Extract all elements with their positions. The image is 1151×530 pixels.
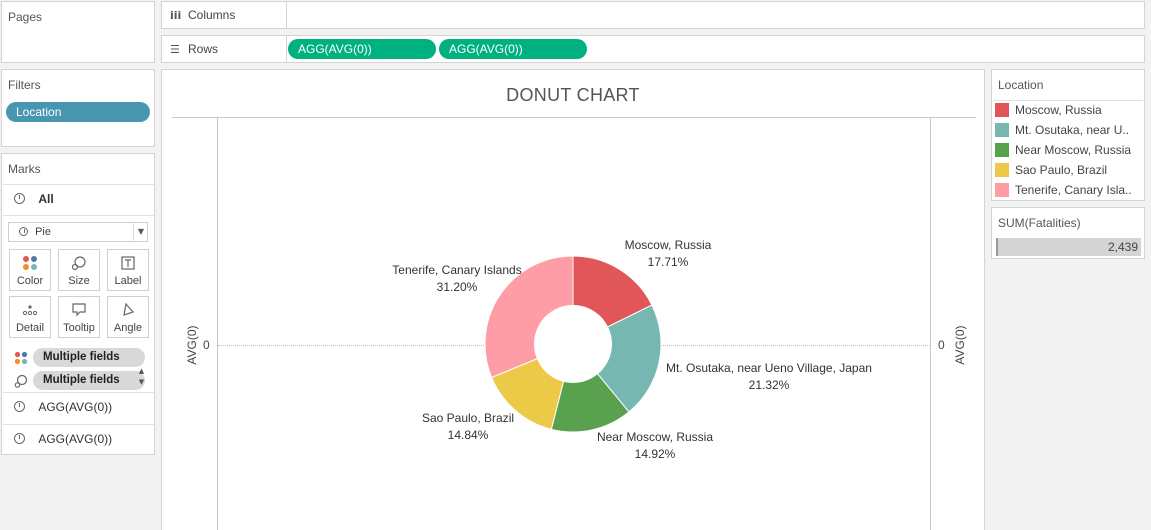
slice-percent-label: 14.92% — [635, 447, 676, 461]
angle-icon — [108, 302, 148, 322]
pages-card[interactable]: Pages — [1, 1, 155, 63]
columns-icon: iii — [170, 9, 182, 22]
tooltip-icon — [59, 302, 99, 322]
marks-title: Marks — [8, 162, 41, 176]
legend-label: Moscow, Russia — [1015, 103, 1102, 117]
size-legend-title: SUM(Fatalities) — [998, 216, 1081, 230]
legend-item[interactable]: Moscow, Russia — [995, 100, 1137, 120]
filters-title: Filters — [8, 78, 41, 92]
pie-clock-icon — [19, 227, 28, 236]
detail-label: Detail — [15, 322, 45, 334]
pie-clock-icon — [14, 193, 25, 204]
slice-category-label: Mt. Osutaka, near Ueno Village, Japan — [666, 361, 872, 375]
donut-hole — [534, 305, 612, 383]
color-icon — [14, 351, 28, 365]
marks-scrollbar[interactable]: ▲ ▼ — [136, 366, 147, 390]
pie-clock-icon — [14, 401, 25, 412]
legend-item[interactable]: Near Moscow, Russia — [995, 140, 1137, 160]
columns-label-text: Columns — [188, 8, 236, 22]
size-button[interactable]: Size — [58, 249, 100, 291]
angle-button[interactable]: Angle — [107, 296, 149, 338]
size-label: Size — [68, 275, 90, 287]
color-field-pill[interactable]: Multiple fields — [33, 348, 145, 367]
legend-title: Location — [998, 78, 1044, 92]
tooltip-button[interactable]: Tooltip — [58, 296, 100, 338]
filters-card[interactable]: Filters Location — [1, 69, 155, 147]
location-legend: Location Moscow, Russia Mt. Osutaka, nea… — [991, 69, 1145, 201]
slice-percent-label: 17.71% — [648, 255, 689, 269]
rows-shelf[interactable]: ☰ Rows AGG(AVG(0)) AGG(AVG(0)) — [161, 35, 1145, 63]
legend-swatch — [995, 163, 1009, 177]
legend-swatch — [995, 103, 1009, 117]
size-icon — [14, 374, 28, 388]
pie-clock-icon — [14, 433, 25, 444]
size-icon — [59, 255, 99, 275]
label-button[interactable]: Label — [107, 249, 149, 291]
mark-type-value: Pie — [35, 226, 51, 238]
color-button[interactable]: Color — [9, 249, 51, 291]
pages-title: Pages — [8, 10, 43, 24]
tooltip-label: Tooltip — [63, 322, 95, 334]
mark-type-dropdown[interactable]: Pie ▼ — [8, 222, 148, 242]
detail-icon — [10, 302, 50, 322]
scroll-down-icon[interactable]: ▼ — [139, 378, 144, 386]
legend-label: Sao Paulo, Brazil — [1015, 163, 1108, 177]
slice-category-label: Tenerife, Canary Islands — [392, 263, 521, 277]
marks-card: Marks All Pie ▼ Color Size Label Detail … — [1, 153, 155, 455]
scroll-up-icon[interactable]: ▲ — [139, 367, 144, 375]
columns-shelf[interactable]: iii Columns — [161, 1, 1145, 29]
slice-category-label: Sao Paulo, Brazil — [422, 411, 514, 425]
slice-category-label: Moscow, Russia — [625, 238, 712, 252]
marks-card-label: AGG(AVG(0)) — [38, 432, 113, 446]
legend-label: Tenerife, Canary Isla.. — [1015, 183, 1132, 197]
filter-pill-location[interactable]: Location — [6, 102, 150, 122]
chevron-down-icon: ▼ — [132, 223, 144, 241]
rows-label-text: Rows — [188, 42, 219, 56]
rows-label: ☰ Rows — [162, 36, 287, 62]
legend-swatch — [995, 123, 1009, 137]
rows-pill[interactable]: AGG(AVG(0)) — [288, 39, 436, 59]
rows-icon: ☰ — [170, 43, 180, 56]
slice-percent-label: 14.84% — [448, 428, 489, 442]
marks-card-label: AGG(AVG(0)) — [38, 400, 113, 414]
rows-pill[interactable]: AGG(AVG(0)) — [439, 39, 587, 59]
angle-label: Angle — [113, 322, 143, 334]
legend-item[interactable]: Mt. Osutaka, near U.. — [995, 120, 1137, 140]
marks-card-agg-1[interactable]: AGG(AVG(0)) — [14, 400, 112, 414]
detail-button[interactable]: Detail — [9, 296, 51, 338]
slice-percent-label: 31.20% — [437, 280, 478, 294]
size-legend: SUM(Fatalities) 2,439 — [991, 207, 1145, 259]
legend-swatch — [995, 143, 1009, 157]
label-icon — [108, 255, 148, 275]
color-label: Color — [16, 275, 44, 287]
color-icon — [10, 255, 50, 275]
legend-item[interactable]: Tenerife, Canary Isla.. — [995, 180, 1137, 200]
legend-item[interactable]: Sao Paulo, Brazil — [995, 160, 1137, 180]
legend-label: Mt. Osutaka, near U.. — [1015, 123, 1130, 137]
legend-swatch — [995, 183, 1009, 197]
columns-label: iii Columns — [162, 2, 287, 28]
size-legend-value: 2,439 — [1107, 240, 1138, 254]
legend-label: Near Moscow, Russia — [1015, 143, 1132, 157]
marks-all-row[interactable]: All — [14, 192, 54, 206]
size-field-pill[interactable]: Multiple fields — [33, 371, 145, 390]
marks-card-agg-2[interactable]: AGG(AVG(0)) — [14, 432, 112, 446]
marks-all-label: All — [38, 192, 54, 206]
label-label: Label — [114, 275, 142, 287]
donut-chart[interactable]: Moscow, Russia 17.71% Mt. Osutaka, near Ue… — [162, 70, 984, 530]
slice-percent-label: 21.32% — [749, 378, 790, 392]
view-area[interactable]: DONUT CHART AVG(0) 0 0 AVG(0) Moscow, Ru… — [161, 69, 985, 530]
slice-category-label: Near Moscow, Russia — [597, 430, 713, 444]
